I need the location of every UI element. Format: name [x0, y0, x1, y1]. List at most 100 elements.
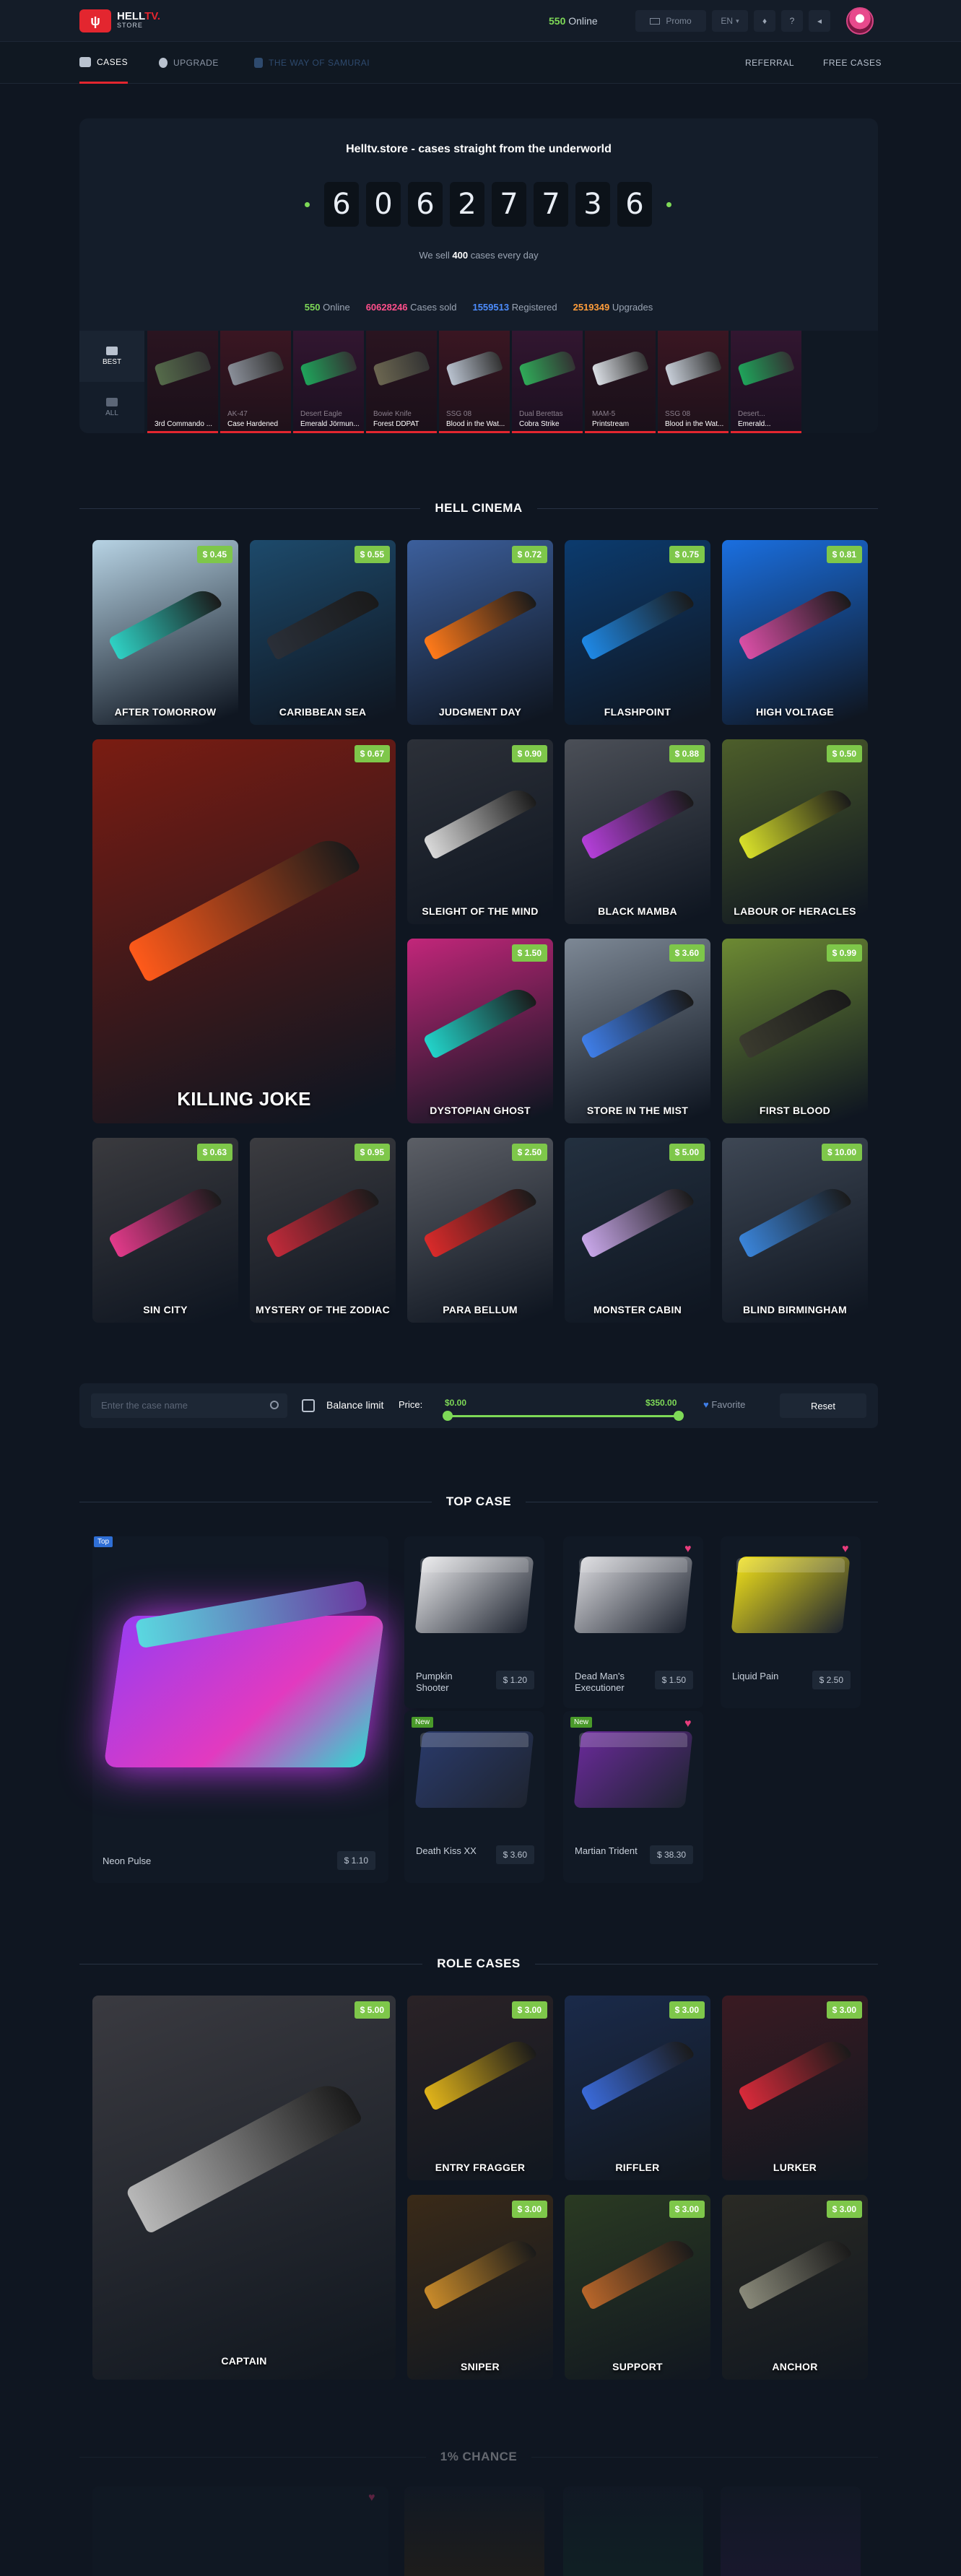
case-card[interactable]: $ 0.88 BLACK MAMBA	[565, 739, 710, 924]
drop-item[interactable]: AK-47 Case Hardened	[220, 331, 291, 433]
sub-num: 400	[452, 250, 469, 261]
tab-samurai[interactable]: THE WAY OF SAMURAI	[254, 42, 370, 84]
nav-referral[interactable]: REFERRAL	[745, 42, 794, 84]
counter-digit: 6	[617, 182, 652, 227]
avatar[interactable]	[846, 7, 874, 35]
drop-item[interactable]: 3rd Commando ...	[147, 331, 218, 433]
top-case-card[interactable]: Pumpkin Shooter $ 1.20	[404, 1536, 544, 1708]
heart-icon: ♥	[703, 1399, 709, 1410]
drop-item[interactable]: Desert... Emerald...	[731, 331, 801, 433]
drop-item[interactable]: MAM-5 Printstream	[585, 331, 656, 433]
case-name: LABOUR OF HERACLES	[734, 905, 856, 917]
case-card[interactable]: $ 0.90 SLEIGHT OF THE MIND	[407, 739, 553, 924]
price-min: $0.00	[445, 1398, 467, 1408]
role-case-card[interactable]: $ 3.00 RIFFLER	[565, 1996, 710, 2180]
price-max: $350.00	[645, 1398, 677, 1408]
promo-button[interactable]: Promo	[635, 10, 706, 32]
case-price: $ 1.50	[654, 1671, 693, 1689]
featured-case[interactable]: Top Neon Pulse $ 1.10	[92, 1536, 388, 1883]
case-name: Liquid Pain	[732, 1671, 779, 1681]
search-icon	[270, 1401, 279, 1409]
counter-digit: 3	[575, 182, 610, 227]
chance-case-preview	[721, 2486, 861, 2576]
stat-item: 550 Online	[305, 302, 350, 313]
tab-all[interactable]: ALL	[79, 382, 144, 433]
ticket-icon	[650, 17, 661, 25]
sound-button[interactable]: ◂	[809, 10, 830, 32]
case-card[interactable]: $ 3.60 STORE IN THE MIST	[565, 939, 710, 1123]
price-slider[interactable]	[443, 1411, 684, 1421]
stat-value: 1559513	[472, 302, 510, 313]
case-card[interactable]: $ 1.50 DYSTOPIAN GHOST	[407, 939, 553, 1123]
drop-skin: Emerald...	[738, 420, 771, 428]
tab-upgrade[interactable]: UPGRADE	[159, 42, 219, 84]
tab-cases[interactable]: CASES	[79, 42, 129, 84]
drop-item[interactable]: Dual Berettas Cobra Strike	[512, 331, 583, 433]
weapon-image	[154, 349, 212, 386]
case-card[interactable]: $ 0.72 JUDGMENT DAY	[407, 540, 553, 725]
slider-handle-max[interactable]	[674, 1411, 684, 1421]
heart-icon[interactable]: ♥	[684, 1544, 696, 1555]
case-art	[737, 983, 853, 1060]
reset-button[interactable]: Reset	[780, 1393, 866, 1418]
top-case-card[interactable]: ♥ Liquid Pain $ 2.50	[721, 1536, 861, 1708]
tab-best[interactable]: BEST	[79, 331, 144, 382]
drop-list: 3rd Commando ... AK-47 Case Hardened Desert…	[147, 331, 804, 433]
language-select[interactable]: EN ▾	[712, 10, 748, 32]
drop-item[interactable]: SSG 08 Blood in the Wat...	[658, 331, 729, 433]
case-card[interactable]: $ 10.00 BLIND BIRMINGHAM	[722, 1138, 868, 1323]
case-card[interactable]: $ 0.67 KILLING JOKE	[92, 739, 396, 1123]
case-name: Pumpkin Shooter	[416, 1671, 453, 1693]
role-case-card[interactable]: $ 5.00 CAPTAIN	[92, 1996, 396, 2380]
featured-case-price: $ 1.10	[336, 1851, 375, 1870]
case-card[interactable]: $ 0.95 MYSTERY OF THE ZODIAC	[250, 1138, 396, 1323]
role-case-card[interactable]: $ 3.00 SNIPER	[407, 2195, 553, 2380]
help-button[interactable]: ?	[781, 10, 803, 32]
case-card[interactable]: $ 0.63 SIN CITY	[92, 1138, 238, 1323]
case-card[interactable]: $ 0.55 CARIBBEAN SEA	[250, 540, 396, 725]
balance-limit-checkbox[interactable]	[302, 1399, 315, 1412]
top-case-card[interactable]: New Death Kiss XX $ 3.60	[404, 1711, 544, 1883]
chevron-down-icon: ▾	[736, 17, 739, 25]
case-card[interactable]: $ 0.81 HIGH VOLTAGE	[722, 540, 868, 725]
case-name: SUPPORT	[612, 2361, 663, 2372]
top-case-card[interactable]: ♥ Dead Man's Executioner $ 1.50	[563, 1536, 703, 1708]
logo[interactable]: ψ HELLTV. STORE	[79, 8, 169, 34]
case-card[interactable]: $ 0.50 LABOUR OF HERACLES	[722, 739, 868, 924]
drop-item[interactable]: SSG 08 Blood in the Wat...	[439, 331, 510, 433]
drop-skin: Blood in the Wat...	[665, 420, 724, 428]
samurai-icon	[254, 58, 263, 68]
top-case-card[interactable]: New ♥ Martian Trident $ 38.30	[563, 1711, 703, 1883]
case-card[interactable]: $ 0.99 FIRST BLOOD	[722, 939, 868, 1123]
case-price: $ 0.63	[196, 1144, 232, 1161]
balance-limit-label: Balance limit	[326, 1399, 384, 1411]
favorite-toggle[interactable]: ♥ Favorite	[703, 1399, 745, 1410]
nav-free-cases[interactable]: FREE CASES	[823, 42, 882, 84]
cases-icon	[79, 56, 91, 67]
role-case-card[interactable]: $ 3.00 ENTRY FRAGGER	[407, 1996, 553, 2180]
heart-icon[interactable]: ♥	[842, 1544, 853, 1555]
search-input[interactable]: Enter the case name	[91, 1393, 287, 1418]
role-case-card[interactable]: $ 3.00 ANCHOR	[722, 2195, 868, 2380]
case-card[interactable]: $ 2.50 PARA BELLUM	[407, 1138, 553, 1323]
counter-dot	[305, 201, 310, 207]
slider-handle-min[interactable]	[443, 1411, 453, 1421]
drop-skin: Printstream	[592, 420, 630, 428]
case-price: $ 0.45	[196, 546, 232, 563]
case-price: $ 3.00	[511, 2201, 547, 2218]
heart-icon[interactable]: ♥	[684, 1718, 696, 1730]
drop-weapon: SSG 08	[446, 410, 472, 418]
heart-icon: ♥	[368, 2492, 375, 2504]
case-card[interactable]: $ 5.00 MONSTER CABIN	[565, 1138, 710, 1323]
role-case-card[interactable]: $ 3.00 SUPPORT	[565, 2195, 710, 2380]
case-card[interactable]: $ 0.75 FLASHPOINT	[565, 540, 710, 725]
case-card[interactable]: $ 0.45 AFTER TOMORROW	[92, 540, 238, 725]
drop-item[interactable]: Desert Eagle Emerald Jörmun...	[293, 331, 364, 433]
drop-weapon: Dual Berettas	[519, 410, 563, 418]
role-case-card[interactable]: $ 3.00 LURKER	[722, 1996, 868, 2180]
notifications-button[interactable]: ♦	[754, 10, 775, 32]
weapon-image	[227, 349, 284, 386]
case-name: LURKER	[773, 2162, 817, 2173]
top-bar: ψ HELLTV. STORE 550 Online Promo EN ▾ ♦ ?…	[0, 0, 961, 42]
drop-item[interactable]: Bowie Knife Forest DDPAT	[366, 331, 437, 433]
